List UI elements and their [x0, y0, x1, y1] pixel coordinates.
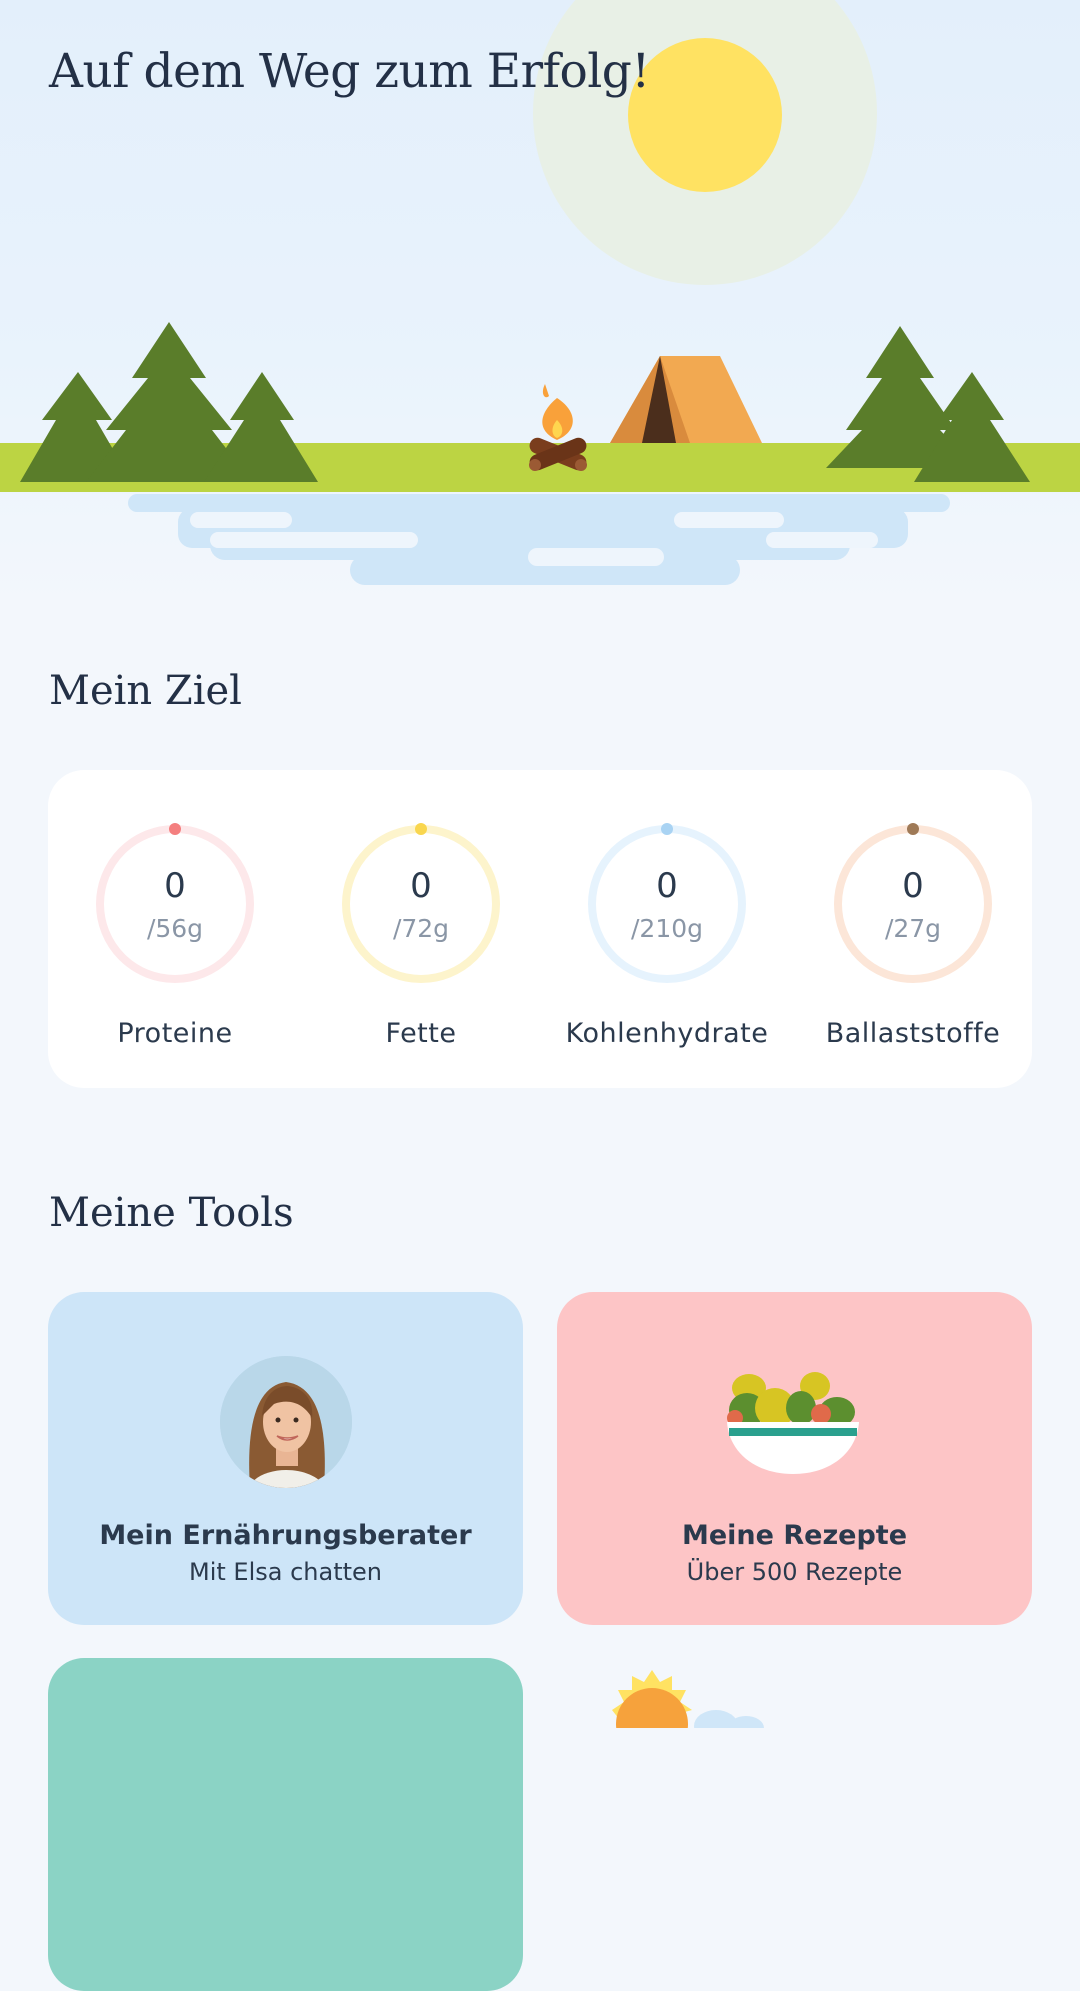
macro-goal-card[interactable]: 0 /56g Proteine 0 /72g Fette 0 /210g Koh…	[48, 770, 1032, 1088]
macro-label: Proteine	[117, 1018, 233, 1049]
nutrition-advisor-card[interactable]: Mein Ernährungsberater Mit Elsa chatten	[48, 1292, 523, 1625]
tool-card-partial[interactable]	[48, 1658, 523, 1991]
macro-value: 0	[164, 866, 186, 906]
tool-title: Mein Ernährungsberater	[99, 1520, 472, 1551]
avatar	[220, 1356, 352, 1488]
macro-proteine[interactable]: 0 /56g Proteine	[48, 822, 294, 1052]
macro-value: 0	[656, 866, 678, 906]
recipes-card[interactable]: Meine Rezepte Über 500 Rezepte	[557, 1292, 1032, 1625]
macro-goal: /72g	[392, 914, 450, 943]
macro-label: Fette	[385, 1018, 457, 1049]
tent-icon	[610, 356, 762, 443]
advisor-portrait-icon	[220, 1356, 352, 1488]
tool-title: Meine Rezepte	[681, 1520, 908, 1551]
hero-title: Auf dem Weg zum Erfolg!	[49, 44, 650, 99]
macro-goal: /56g	[146, 914, 204, 943]
salad-bowl-icon	[727, 1372, 859, 1474]
macro-kohlenhydrate[interactable]: 0 /210g Kohlenhydrate	[540, 822, 786, 1052]
macro-fette[interactable]: 0 /72g Fette	[294, 822, 540, 1052]
hero-banner: Auf dem Weg zum Erfolg!	[0, 0, 1080, 600]
campfire-icon	[529, 384, 587, 471]
tree-icon	[826, 326, 1030, 482]
macro-value: 0	[410, 866, 432, 906]
tools-section-title: Meine Tools	[49, 1190, 294, 1236]
sun-cloud-icon	[612, 1670, 764, 1728]
macro-ballaststoffe[interactable]: 0 /27g Ballaststoffe	[786, 822, 1032, 1052]
macro-goal: /27g	[884, 914, 942, 943]
macro-label: Kohlenhydrate	[565, 1018, 769, 1049]
tool-subtitle: Über 500 Rezepte	[686, 1558, 903, 1586]
macro-goal: /210g	[630, 914, 703, 943]
macro-value: 0	[902, 866, 924, 906]
goal-section-title: Mein Ziel	[49, 668, 242, 714]
macro-label: Ballaststoffe	[825, 1018, 1001, 1049]
tree-icon	[20, 322, 318, 482]
tool-subtitle: Mit Elsa chatten	[189, 1558, 382, 1586]
sun-icon	[628, 38, 782, 192]
